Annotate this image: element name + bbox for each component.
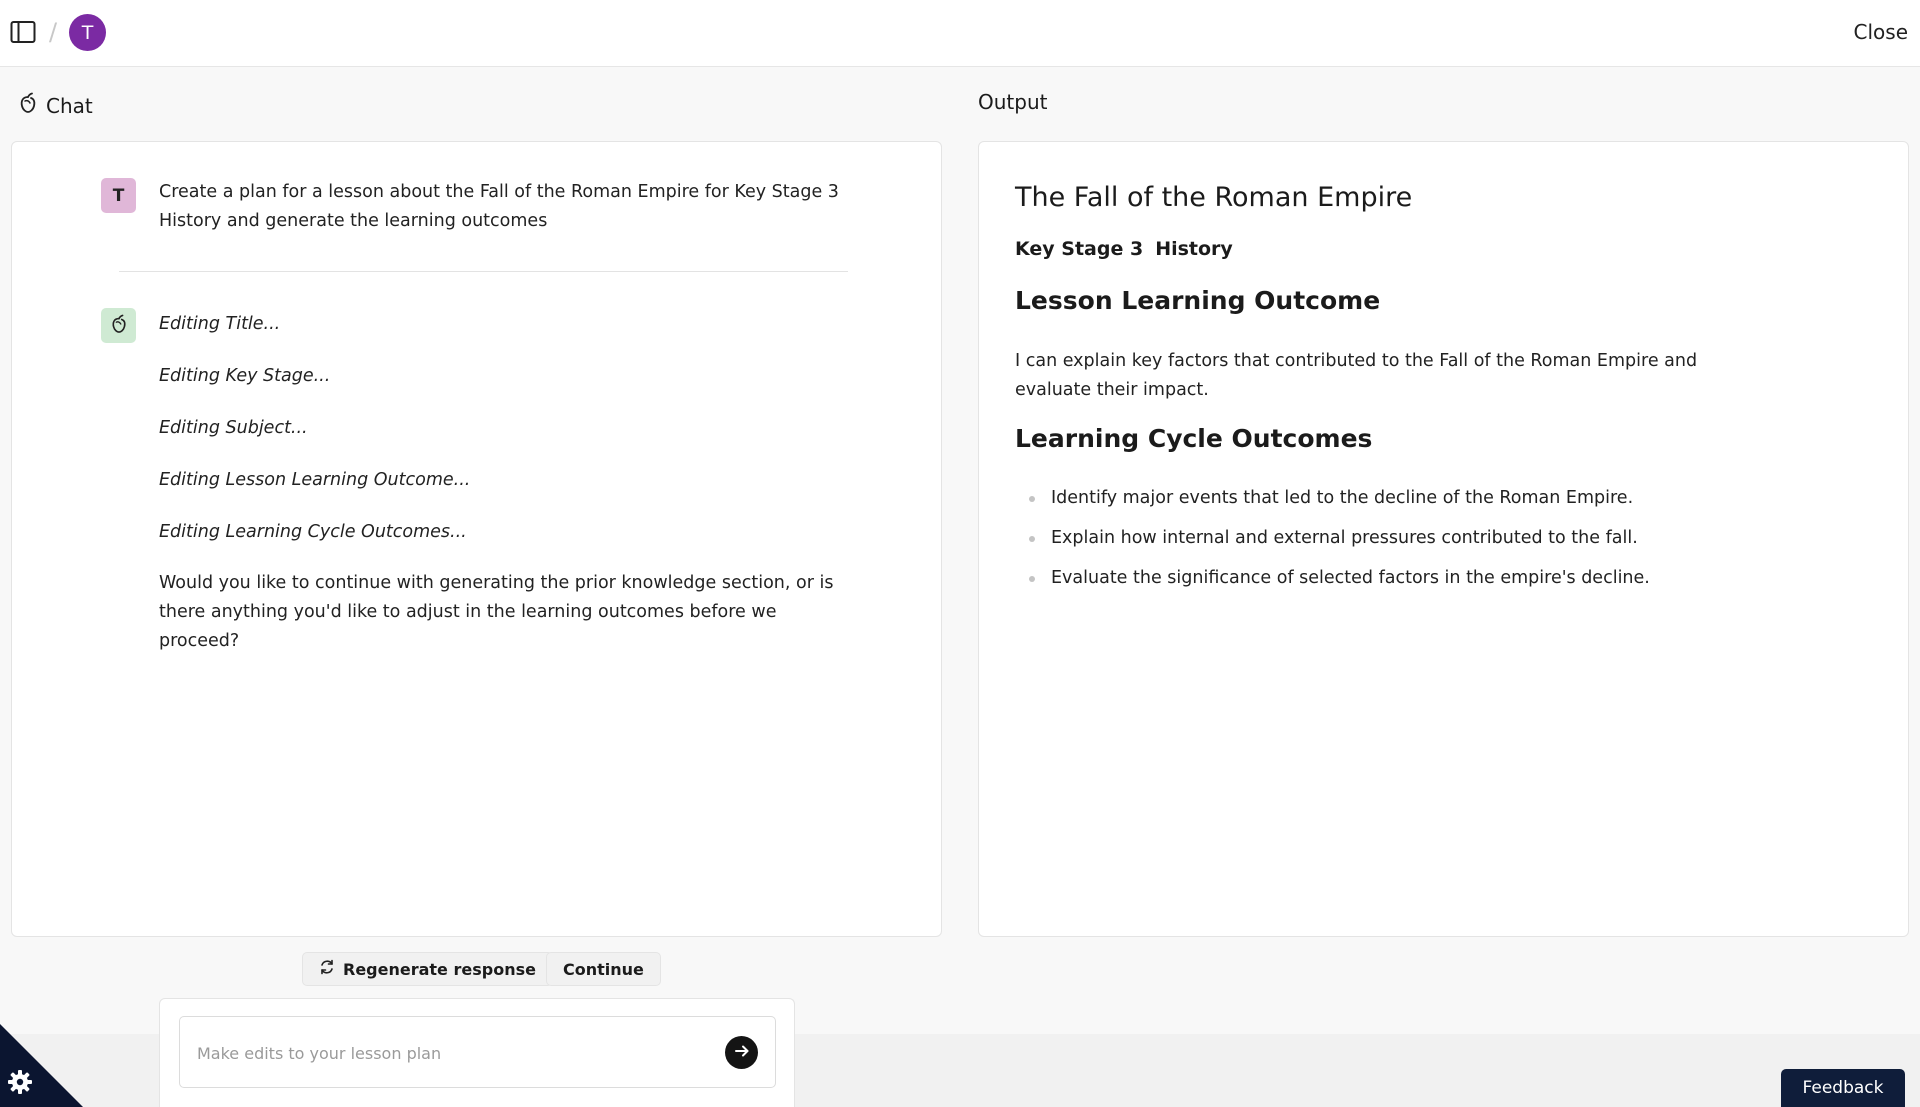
lesson-title: The Fall of the Roman Empire: [1015, 182, 1413, 213]
learning-cycle-list: Identify major events that led to the de…: [1015, 484, 1650, 604]
acorn-icon: [18, 92, 38, 119]
chat-heading: Chat: [18, 92, 93, 119]
lesson-edit-input[interactable]: [197, 1039, 697, 1067]
regenerate-button[interactable]: Regenerate response: [302, 952, 553, 986]
key-stage: Key Stage 3: [1015, 238, 1144, 260]
gear-icon[interactable]: [6, 1068, 34, 1096]
edit-status-line: Editing Title...: [159, 314, 281, 334]
top-bar: / T Close: [0, 0, 1920, 67]
lesson-outcome-heading: Lesson Learning Outcome: [1015, 286, 1381, 315]
sidebar-toggle-icon[interactable]: [10, 20, 36, 44]
assistant-question: Would you like to continue with generati…: [159, 573, 834, 651]
regenerate-label: Regenerate response: [343, 959, 536, 979]
chat-input-box: [179, 1016, 776, 1088]
refresh-icon: [319, 959, 335, 979]
edit-status-line: Editing Lesson Learning Outcome...: [159, 470, 471, 490]
edit-status-line: Editing Key Stage...: [159, 366, 331, 386]
feedback-button[interactable]: Feedback: [1781, 1069, 1905, 1107]
edit-status-line: Editing Learning Cycle Outcomes...: [159, 522, 467, 542]
message-divider: [119, 271, 848, 272]
list-item: Explain how internal and external pressu…: [1015, 524, 1650, 564]
lesson-outcome-text: I can explain key factors that contribut…: [1015, 351, 1698, 400]
close-button[interactable]: Close: [1854, 20, 1908, 44]
acorn-icon: [110, 314, 128, 338]
list-item: Identify major events that led to the de…: [1015, 484, 1650, 524]
output-panel: The Fall of the Roman Empire Key Stage 3…: [978, 141, 1909, 937]
assistant-message: Editing Title... Editing Key Stage... Ed…: [159, 309, 859, 656]
lesson-meta: Key Stage 3 History: [1015, 238, 1233, 260]
learning-cycle-heading: Learning Cycle Outcomes: [1015, 424, 1373, 453]
chat-panel: T Create a plan for a lesson about the F…: [11, 141, 942, 937]
send-button[interactable]: [725, 1036, 758, 1069]
continue-button[interactable]: Continue: [546, 952, 661, 986]
output-heading: Output: [978, 90, 1048, 114]
arrow-right-icon: [733, 1042, 751, 1064]
subject: History: [1155, 238, 1233, 260]
user-message: Create a plan for a lesson about the Fal…: [159, 182, 839, 231]
breadcrumb-separator: /: [49, 18, 58, 46]
assistant-avatar: [101, 308, 136, 343]
message-user-avatar: T: [101, 178, 136, 213]
edit-status-line: Editing Subject...: [159, 418, 308, 438]
list-item: Evaluate the significance of selected fa…: [1015, 564, 1650, 604]
chat-input-container: [159, 998, 795, 1107]
user-avatar[interactable]: T: [69, 14, 106, 51]
chat-heading-label: Chat: [46, 93, 93, 118]
